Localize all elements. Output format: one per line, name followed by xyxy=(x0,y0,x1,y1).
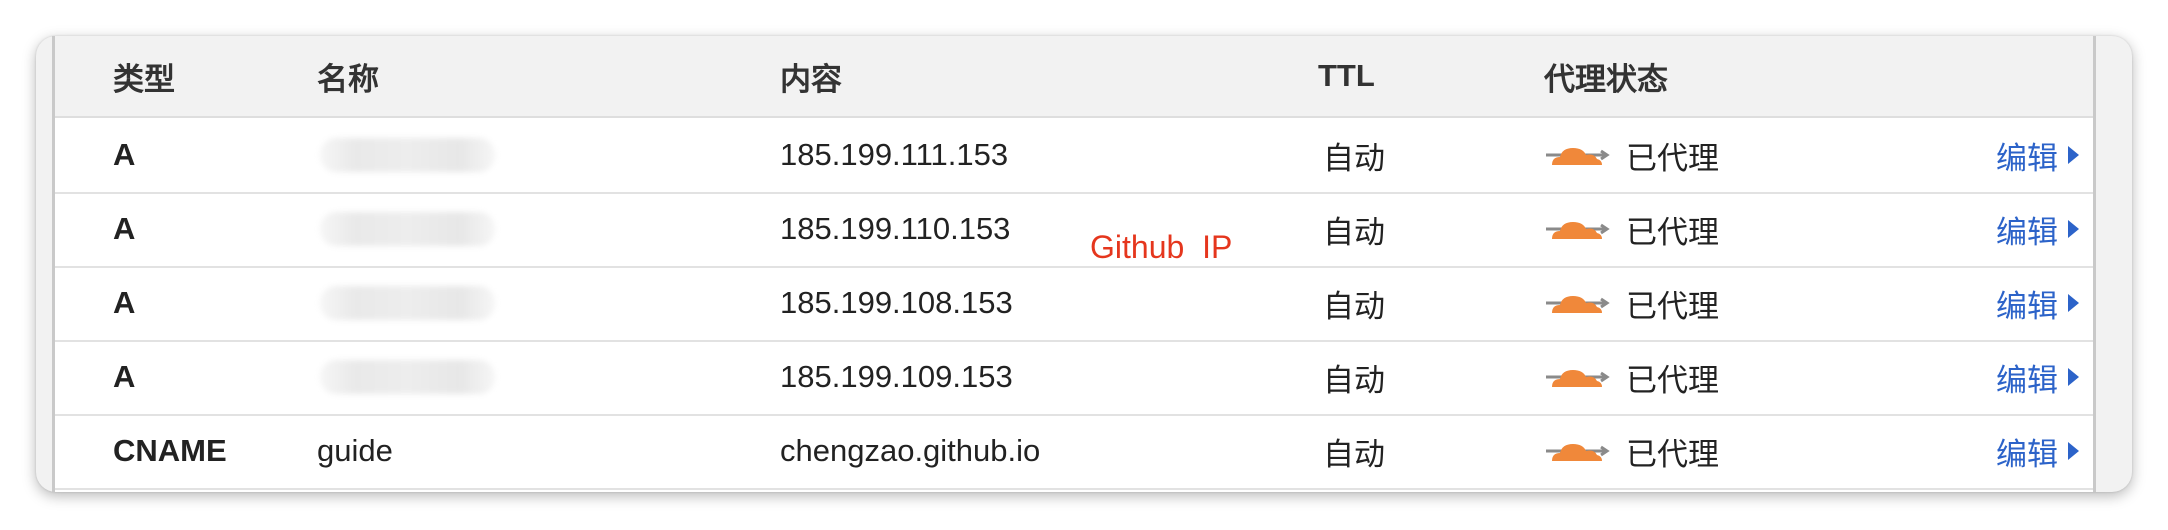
edit-label: 编辑 xyxy=(1996,140,2058,176)
redacted-blur xyxy=(320,360,495,394)
edit-link[interactable]: 编辑 xyxy=(1996,414,2079,488)
edit-label: 编辑 xyxy=(1996,288,2058,324)
orange-cloud-proxied-icon xyxy=(1546,148,1610,165)
record-ttl: 自动 xyxy=(1323,436,1385,472)
header-content: 内容 xyxy=(780,61,842,97)
header-proxy-status: 代理状态 xyxy=(1544,61,1668,97)
record-content: 185.199.108.153 xyxy=(780,285,1013,320)
record-ttl: 自动 xyxy=(1323,288,1385,324)
redacted-blur xyxy=(320,212,495,246)
record-type: CNAME xyxy=(113,433,227,468)
header-ttl: TTL xyxy=(1318,58,1375,93)
edit-link[interactable]: 编辑 xyxy=(1996,118,2079,192)
edit-link[interactable]: 编辑 xyxy=(1996,266,2079,340)
orange-cloud-proxied-icon xyxy=(1546,222,1610,239)
table-row: CNAME guide chengzao.github.io 自动 已代理 编辑 xyxy=(55,414,2093,490)
record-type: A xyxy=(113,359,136,394)
record-name: guide xyxy=(317,433,393,468)
caret-right-icon xyxy=(2068,146,2079,164)
orange-cloud-proxied-icon xyxy=(1546,370,1610,387)
header-name: 名称 xyxy=(317,61,379,97)
record-name-redacted xyxy=(265,192,495,266)
record-content: 185.199.111.153 xyxy=(780,137,1009,172)
caret-right-icon xyxy=(2068,442,2079,460)
caret-right-icon xyxy=(2068,294,2079,312)
table-row: A 185.199.110.153 自动 已代理 编辑 xyxy=(55,192,2093,268)
orange-cloud-proxied-icon xyxy=(1546,444,1610,461)
proxy-status-label: 已代理 xyxy=(1626,140,1719,176)
record-content: chengzao.github.io xyxy=(780,433,1041,468)
caret-right-icon xyxy=(2068,220,2079,238)
table-row: A 185.199.108.153 自动 已代理 编辑 xyxy=(55,266,2093,342)
record-ttl: 自动 xyxy=(1323,214,1385,250)
record-content: 185.199.110.153 xyxy=(780,211,1011,246)
record-name-redacted xyxy=(265,266,495,340)
dns-records-table: 类型 名称 内容 TTL 代理状态 A 185.199.111.153 自动 已… xyxy=(52,36,2096,492)
table-row: A 185.199.111.153 自动 已代理 编辑 xyxy=(55,118,2093,194)
proxy-status: 已代理 xyxy=(1544,118,1719,192)
header-type: 类型 xyxy=(113,61,175,97)
github-ip-annotation: Github IP xyxy=(1090,229,1233,266)
redacted-blur xyxy=(320,286,495,320)
proxy-status: 已代理 xyxy=(1544,340,1719,414)
record-ttl: 自动 xyxy=(1323,362,1385,398)
proxy-status-label: 已代理 xyxy=(1626,436,1719,472)
proxy-status-label: 已代理 xyxy=(1626,362,1719,398)
record-content: 185.199.109.153 xyxy=(780,359,1013,394)
proxy-status-label: 已代理 xyxy=(1626,214,1719,250)
record-ttl: 自动 xyxy=(1323,140,1385,176)
edit-label: 编辑 xyxy=(1996,436,2058,472)
edit-label: 编辑 xyxy=(1996,214,2058,250)
table-row: A 185.199.109.153 自动 已代理 编辑 xyxy=(55,340,2093,416)
record-type: A xyxy=(113,137,136,172)
proxy-status: 已代理 xyxy=(1544,266,1719,340)
caret-right-icon xyxy=(2068,368,2079,386)
record-type: A xyxy=(113,285,136,320)
redacted-blur xyxy=(320,138,495,172)
record-name-redacted xyxy=(265,118,495,192)
record-name-redacted xyxy=(265,340,495,414)
record-type: A xyxy=(113,211,136,246)
proxy-status: 已代理 xyxy=(1544,192,1719,266)
orange-cloud-proxied-icon xyxy=(1546,296,1610,313)
edit-link[interactable]: 编辑 xyxy=(1996,192,2079,266)
edit-link[interactable]: 编辑 xyxy=(1996,340,2079,414)
edit-label: 编辑 xyxy=(1996,362,2058,398)
table-header: 类型 名称 内容 TTL 代理状态 xyxy=(55,36,2093,118)
proxy-status-label: 已代理 xyxy=(1626,288,1719,324)
proxy-status: 已代理 xyxy=(1544,414,1719,488)
